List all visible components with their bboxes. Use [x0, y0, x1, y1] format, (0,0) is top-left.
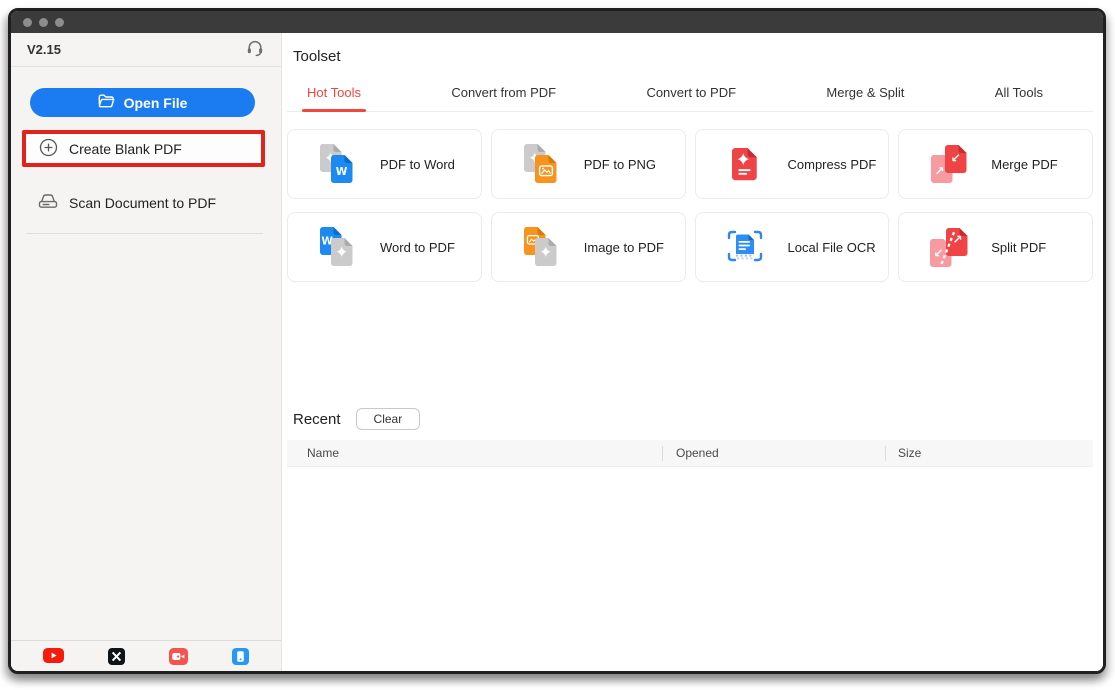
app-body: V2.15 Open File Create Blank PDF Scan Do…	[11, 33, 1103, 671]
video-channel-icon[interactable]	[169, 647, 188, 665]
open-folder-icon	[98, 94, 115, 111]
clear-recent-button[interactable]: Clear	[355, 408, 421, 430]
tool-card-split-pdf[interactable]: ↙ ↗ Split PDF	[898, 212, 1093, 282]
recent-section-header: Recent Clear	[287, 408, 1093, 430]
image-to-pdf-icon	[518, 224, 564, 270]
word-to-pdf-icon: W	[314, 224, 360, 270]
pdf-to-word-icon: W	[314, 141, 360, 187]
tab-convert-from-pdf[interactable]: Convert from PDF	[451, 85, 556, 111]
tool-card-pdf-to-word[interactable]: W PDF to Word	[287, 129, 482, 199]
tab-merge-split[interactable]: Merge & Split	[826, 85, 904, 111]
svg-text:W: W	[336, 166, 348, 178]
version-label: V2.15	[27, 42, 61, 57]
tool-label: PDF to Word	[380, 156, 455, 172]
mobile-app-icon[interactable]	[232, 647, 249, 665]
tool-card-pdf-to-png[interactable]: PDF to PNG	[490, 129, 686, 199]
toolset-title: Toolset	[293, 48, 341, 65]
tool-label: Split PDF	[991, 239, 1047, 255]
tool-card-local-file-ocr[interactable]: Local File OCR	[694, 212, 890, 282]
tool-label: Compress PDF	[787, 156, 877, 172]
column-header-opened: Opened	[662, 445, 885, 461]
close-button[interactable]	[23, 17, 32, 27]
tool-label: Merge PDF	[991, 156, 1058, 172]
create-blank-pdf-label: Create Blank PDF	[69, 140, 182, 157]
zoom-button[interactable]	[55, 17, 64, 27]
screenshot-frame: V2.15 Open File Create Blank PDF Scan Do…	[0, 0, 1115, 690]
sidebar-footer	[11, 640, 281, 671]
tool-grid: W PDF to Word PDF to PNG Compress PDF ↗ …	[287, 129, 1093, 282]
sidebar-header: V2.15	[11, 33, 281, 67]
tool-card-compress-pdf[interactable]: Compress PDF	[694, 129, 890, 199]
svg-text:↗: ↗	[935, 164, 945, 178]
open-file-button[interactable]: Open File	[30, 88, 255, 117]
scanner-icon	[38, 193, 58, 212]
pdf-to-png-icon	[518, 141, 564, 187]
create-blank-pdf-button[interactable]: Create Blank PDF	[26, 134, 261, 163]
svg-text:↙: ↙	[951, 151, 961, 165]
scan-document-label: Scan Document to PDF	[69, 194, 217, 211]
tool-label: Word to PDF	[380, 239, 455, 255]
split-pdf-icon: ↙ ↗	[925, 224, 971, 270]
recent-title: Recent	[293, 410, 341, 428]
app-window: V2.15 Open File Create Blank PDF Scan Do…	[8, 8, 1106, 674]
tab-convert-to-pdf[interactable]: Convert to PDF	[646, 85, 736, 111]
column-header-size: Size	[885, 445, 1093, 461]
tool-label: Image to PDF	[583, 239, 664, 255]
support-button[interactable]	[245, 38, 265, 61]
tool-label: Local File OCR	[787, 239, 876, 255]
titlebar	[11, 11, 1103, 33]
headset-support-icon	[245, 38, 265, 61]
open-file-label: Open File	[123, 94, 188, 111]
annotation-highlight-box: Create Blank PDF	[22, 130, 265, 167]
tool-card-merge-pdf[interactable]: ↗ ↙ Merge PDF	[898, 129, 1093, 199]
compress-pdf-icon	[722, 141, 768, 187]
column-header-name: Name	[307, 446, 340, 460]
x-twitter-icon[interactable]	[108, 647, 125, 665]
tool-label: PDF to PNG	[583, 156, 656, 172]
main-panel: Toolset Hot Tools Convert from PDF Conve…	[282, 33, 1103, 671]
plus-circle-icon	[39, 138, 58, 160]
tool-card-image-to-pdf[interactable]: Image to PDF	[490, 212, 686, 282]
scan-document-button[interactable]: Scan Document to PDF	[11, 193, 281, 212]
merge-pdf-icon: ↗ ↙	[925, 141, 971, 187]
tool-card-word-to-pdf[interactable]: W Word to PDF	[287, 212, 482, 282]
svg-text:↙: ↙	[934, 246, 944, 260]
tab-hot-tools[interactable]: Hot Tools	[302, 85, 366, 112]
youtube-icon[interactable]	[43, 648, 64, 664]
sidebar: V2.15 Open File Create Blank PDF Scan Do…	[11, 33, 282, 671]
local-file-ocr-icon	[722, 224, 768, 270]
toolset-tabs: Hot Tools Convert from PDF Convert to PD…	[287, 85, 1093, 112]
tab-all-tools[interactable]: All Tools	[995, 85, 1043, 111]
recent-table-header: Name Opened Size	[287, 440, 1093, 467]
minimize-button[interactable]	[39, 17, 48, 27]
